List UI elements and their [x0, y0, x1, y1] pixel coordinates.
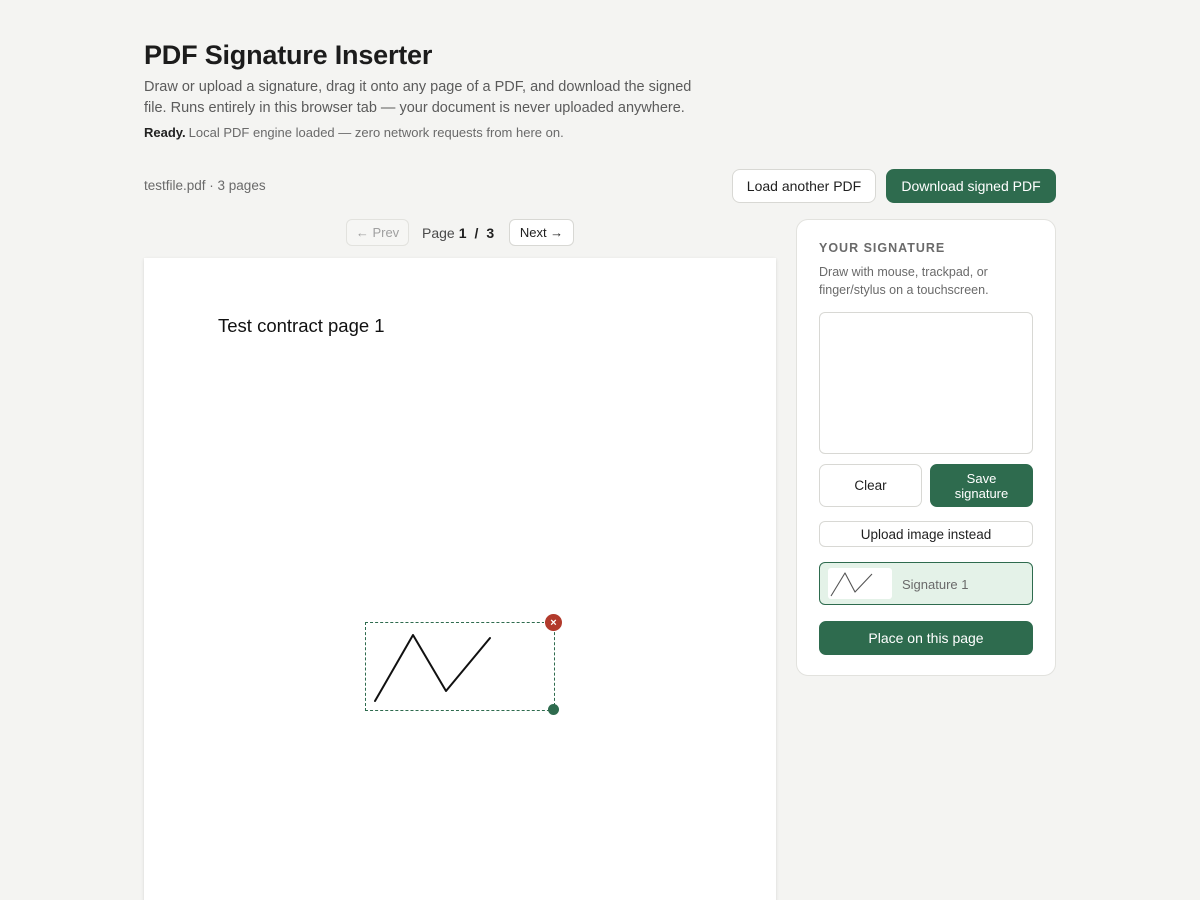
placed-signature[interactable]: [365, 622, 555, 711]
load-another-pdf-button[interactable]: Load another PDF: [732, 169, 876, 203]
page-indicator: Page 1 / 3: [422, 225, 494, 241]
page-title: PDF Signature Inserter: [144, 40, 433, 70]
clear-button[interactable]: Clear: [819, 464, 922, 507]
page-word: Page: [422, 225, 455, 241]
page-separator: /: [474, 225, 479, 241]
resize-handle-icon[interactable]: [548, 704, 559, 715]
place-on-page-button[interactable]: Place on this page: [819, 621, 1033, 655]
status-label: Ready.: [144, 125, 186, 140]
current-page: 1: [458, 225, 467, 241]
status-text: Local PDF engine loaded — zero network r…: [188, 125, 564, 140]
prev-page-button[interactable]: ← Prev: [346, 219, 409, 246]
total-pages: 3: [486, 225, 495, 241]
signature-panel-heading: YOUR SIGNATURE: [819, 241, 946, 255]
next-page-button[interactable]: Next →: [509, 219, 574, 246]
signature-draw-pad[interactable]: [819, 312, 1033, 454]
saved-signature-thumbnail: [828, 568, 892, 599]
save-signature-button[interactable]: Save signature: [930, 464, 1033, 507]
pdf-page-text: Test contract page 1: [218, 315, 385, 336]
download-signed-pdf-button[interactable]: Download signed PDF: [886, 169, 1056, 203]
file-info: testfile.pdf · 3 pages: [144, 178, 266, 193]
signature-panel-hint: Draw with mouse, trackpad, or finger/sty…: [819, 265, 989, 297]
saved-signature-label: Signature 1: [902, 577, 969, 592]
status-line: Ready. Local PDF engine loaded — zero net…: [144, 125, 564, 140]
app: PDF Signature Inserter Draw or upload a …: [0, 0, 1200, 900]
signature-panel: YOUR SIGNATURE Draw with mouse, trackpad…: [796, 219, 1056, 676]
saved-signature-stroke: [830, 572, 873, 597]
signature-stroke: [374, 634, 491, 702]
upload-image-button[interactable]: Upload image instead: [819, 521, 1033, 547]
saved-signature-item[interactable]: Signature 1: [819, 562, 1033, 605]
close-icon[interactable]: ×: [544, 613, 563, 632]
pdf-page-canvas[interactable]: Test contract page 1 ×: [144, 258, 776, 900]
app-description: Draw or upload a signature, drag it onto…: [144, 79, 692, 116]
